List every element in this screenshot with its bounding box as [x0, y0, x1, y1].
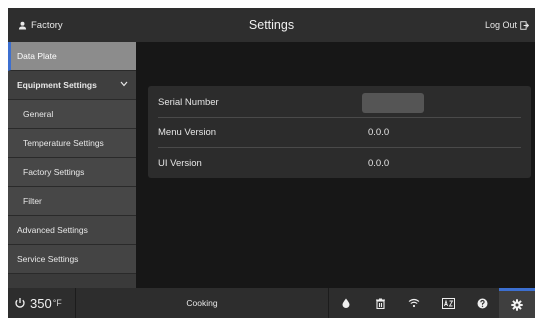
footer-bar: 350 °F Cooking: [8, 288, 535, 318]
ui-version-value: 0.0.0: [368, 157, 390, 169]
sidebar-item-label: Equipment Settings: [17, 80, 97, 90]
logout-button[interactable]: Log Out: [485, 20, 529, 30]
app-screen: Factory Settings Log Out Data Plate Equi…: [8, 8, 535, 318]
temperature-unit: °F: [52, 298, 62, 308]
chevron-down-icon: [120, 81, 128, 87]
sidebar-item-label: Data Plate: [17, 51, 57, 61]
settings-sidebar: Data Plate Equipment Settings General Te…: [8, 42, 136, 288]
wifi-button[interactable]: [397, 288, 431, 318]
sidebar-item-label: Advanced Settings: [17, 225, 88, 235]
drop-button[interactable]: [329, 288, 363, 318]
menu-version-row: Menu Version 0.0.0: [158, 118, 521, 148]
sidebar-item-general[interactable]: General: [8, 100, 136, 129]
sidebar-item-label: General: [23, 109, 54, 119]
cooking-status: Cooking: [76, 288, 329, 318]
menu-version-label: Menu Version: [158, 127, 217, 138]
user-icon: [18, 21, 27, 30]
header-bar: Factory Settings Log Out: [8, 8, 535, 42]
sidebar-item-filter[interactable]: Filter: [8, 187, 136, 216]
user-menu[interactable]: Factory: [8, 20, 208, 31]
sidebar-item-label: Temperature Settings: [23, 138, 104, 148]
sidebar-item-temperature-settings[interactable]: Temperature Settings: [8, 129, 136, 158]
ui-version-row: UI Version 0.0.0: [158, 148, 521, 178]
settings-button[interactable]: [499, 288, 535, 318]
sidebar-item-equipment-settings[interactable]: Equipment Settings: [8, 71, 136, 100]
sidebar-item-label: Factory Settings: [23, 167, 85, 177]
menu-version-value: 0.0.0: [368, 127, 390, 138]
temperature-value: 350: [30, 295, 52, 311]
help-icon: [477, 298, 487, 308]
a2z-icon: [441, 297, 455, 309]
user-label: Factory: [31, 19, 63, 31]
sidebar-item-data-plate[interactable]: Data Plate: [8, 42, 136, 71]
power-temperature-button[interactable]: 350 °F: [8, 288, 76, 318]
a2z-button[interactable]: [431, 288, 465, 318]
main-panel: Serial Number Menu Version 0.0.0 UI Vers…: [136, 42, 535, 288]
ui-version-label: UI Version: [158, 157, 202, 169]
logout-label: Log Out: [484, 20, 517, 30]
drop-icon: [342, 298, 350, 308]
sidebar-item-factory-settings[interactable]: Factory Settings: [8, 158, 136, 187]
status-label: Cooking: [186, 298, 218, 308]
logout-icon: [520, 20, 529, 30]
wifi-icon: [408, 298, 420, 308]
sidebar-item-label: Service Settings: [17, 254, 79, 264]
power-icon: [15, 298, 25, 308]
serial-number-field[interactable]: [362, 92, 424, 113]
clean-icon: [375, 297, 385, 309]
data-plate-card: Serial Number Menu Version 0.0.0 UI Vers…: [148, 86, 531, 178]
settings-gear-icon: [511, 298, 523, 311]
clean-button[interactable]: [363, 288, 397, 318]
serial-number-label: Serial Number: [158, 97, 219, 108]
serial-number-row: Serial Number: [158, 88, 521, 118]
sidebar-item-label: Filter: [23, 196, 42, 206]
sidebar-item-advanced-settings[interactable]: Advanced Settings: [8, 216, 136, 245]
help-button[interactable]: [465, 288, 499, 318]
sidebar-item-service-settings[interactable]: Service Settings: [8, 245, 136, 274]
